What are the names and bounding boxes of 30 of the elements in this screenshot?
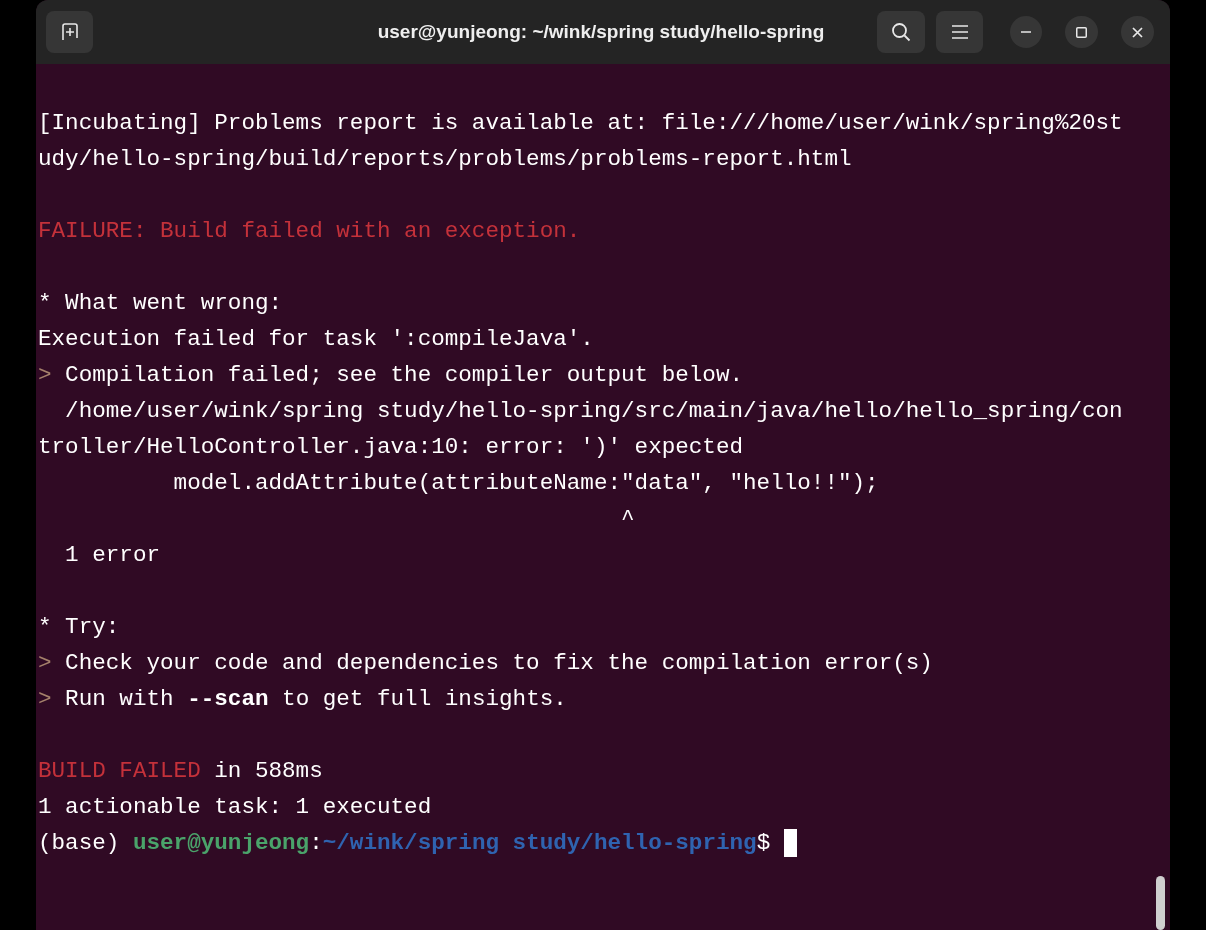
maximize-icon	[1076, 26, 1087, 38]
terminal-line: troller/HelloController.java:10: error: ')' expected	[38, 433, 744, 462]
terminal-line: 1 error	[64, 541, 161, 570]
terminal-line: [Incubating] Problems report is available at: file:///home/user/wink/spring%20st	[38, 109, 1123, 138]
terminal-line: * What went wrong:	[38, 289, 283, 318]
terminal-line: (base) user@yunjeong:~/wink/spring study/hello-spring$	[38, 829, 772, 858]
new-tab-icon	[59, 23, 80, 41]
terminal-line: > Run with --scan to get full insights.	[38, 685, 567, 714]
maximize-button[interactable]	[1065, 16, 1098, 48]
close-button[interactable]	[1121, 16, 1154, 48]
window-title: user@yunjeong: ~/wink/spring study/hello-spring	[376, 20, 826, 44]
terminal-line: > Check your code and dependencies to fix the compilation error(s)	[38, 649, 933, 678]
search-button[interactable]	[877, 11, 925, 53]
terminal-line: FAILURE: Build failed with an exception.	[38, 217, 581, 246]
terminal-line: 1 actionable task: 1 executed	[38, 793, 432, 822]
terminal-line: model.addAttribute(attributeName:"data", "hello!!");	[172, 469, 879, 498]
terminal-line: * Try:	[38, 613, 120, 642]
terminal-line: /home/user/wink/spring study/hello-spring/src/main/java/hello/hello_spring/con	[64, 397, 1123, 426]
search-icon	[891, 22, 911, 42]
terminal-line: > Compilation failed; see the compiler output below.	[38, 361, 744, 390]
terminal-line: Execution failed for task ':compileJava'.	[38, 325, 594, 354]
scrollbar[interactable]	[1156, 876, 1165, 930]
close-icon	[1132, 26, 1143, 38]
terminal-line: ^	[620, 505, 635, 534]
new-tab-button[interactable]	[46, 11, 93, 53]
minimize-icon	[1021, 31, 1031, 33]
menu-button[interactable]	[936, 11, 983, 53]
menu-icon	[951, 25, 968, 39]
terminal-line: udy/hello-spring/build/reports/problems/problems-report.html	[38, 145, 852, 174]
terminal-line: BUILD FAILED in 588ms	[38, 757, 323, 786]
